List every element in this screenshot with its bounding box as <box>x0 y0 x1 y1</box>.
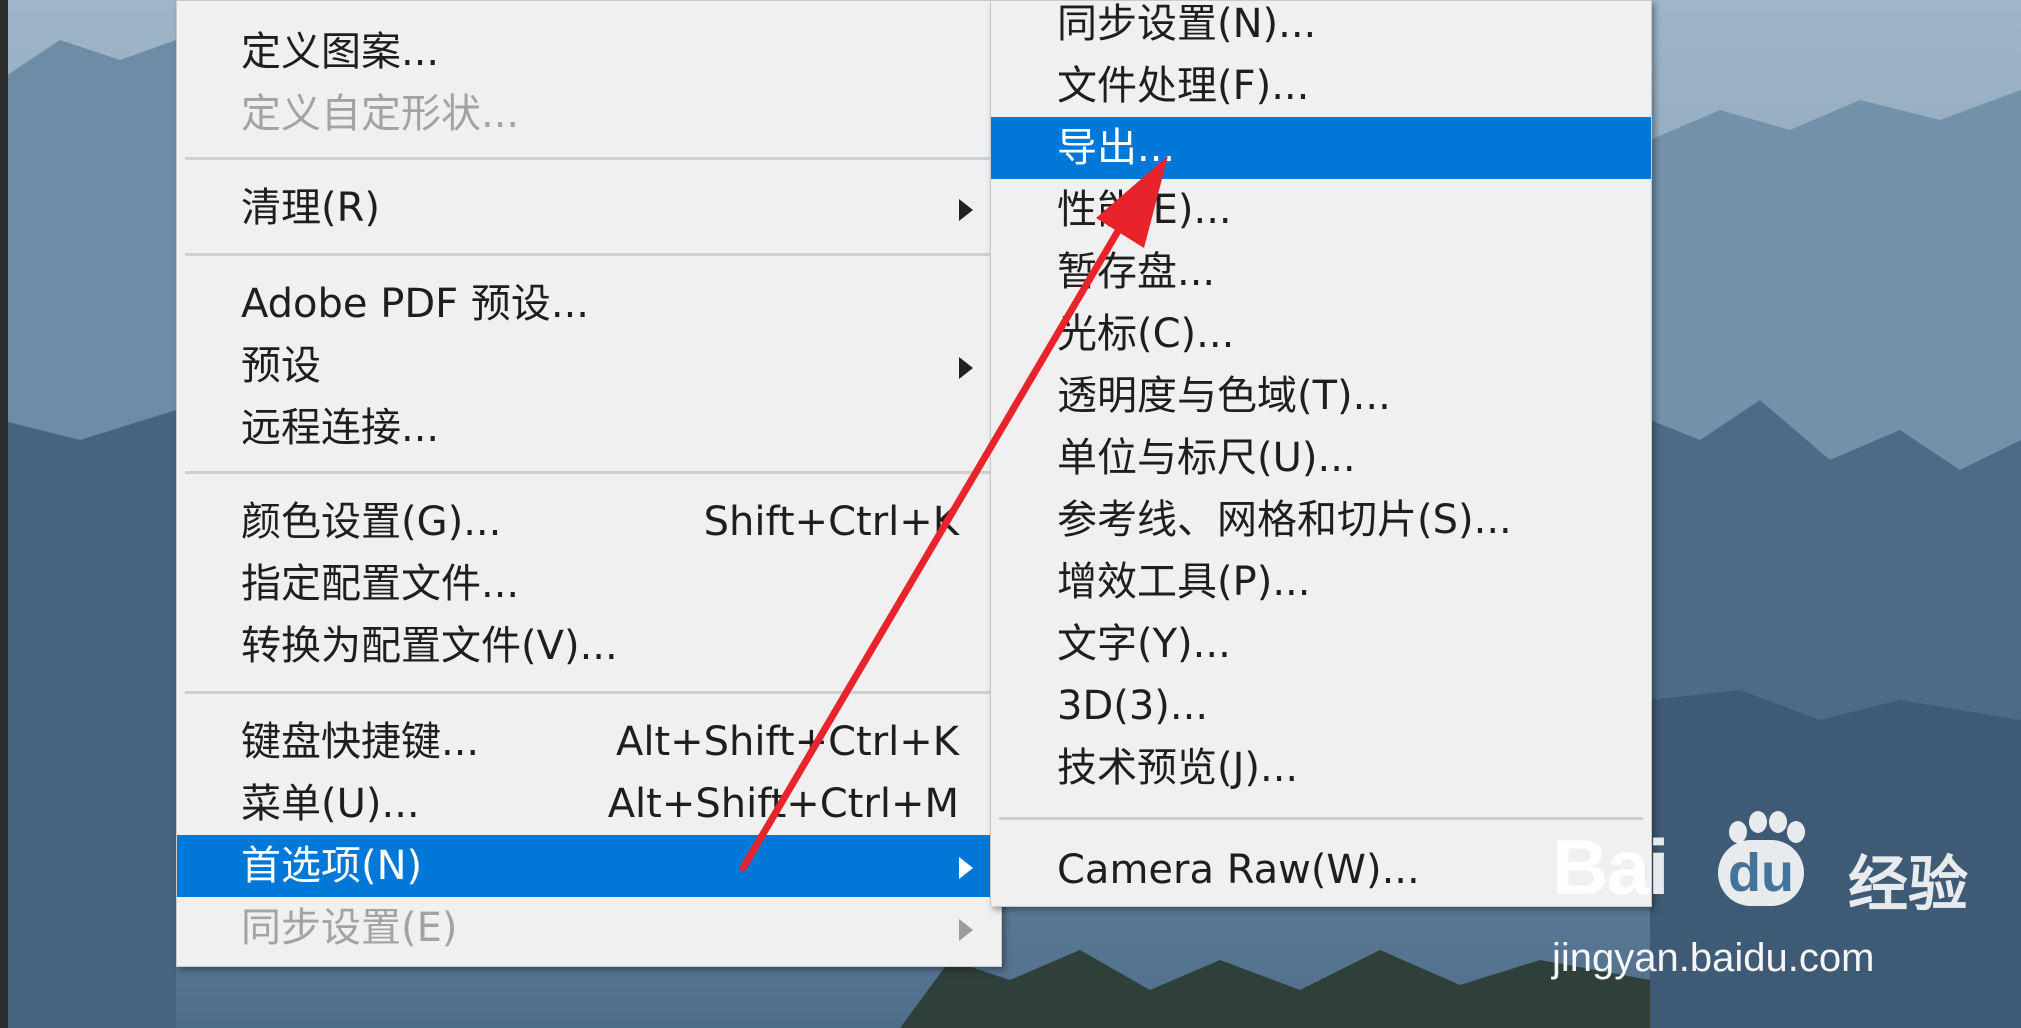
baidu-watermark: Bai du 经验 jingyan.baidu.com <box>1552 811 1992 998</box>
watermark-brand: Bai <box>1552 823 1669 911</box>
menu-item-sync-settings: 同步设置(E) <box>177 897 1001 959</box>
menu-item-purge[interactable]: 清理(R) <box>177 177 1001 239</box>
menu-item-menus[interactable]: 菜单(U)... Alt+Shift+Ctrl+M <box>177 773 1001 835</box>
menu-item-remote-connections[interactable]: 远程连接... <box>177 397 1001 459</box>
menu-shortcut: Alt+Shift+Ctrl+K <box>615 719 959 765</box>
menu-item-plugins[interactable]: 增效工具(P)... <box>991 551 1651 613</box>
menu-item-presets[interactable]: 预设 <box>177 335 1001 397</box>
menu-shortcut: Alt+Shift+Ctrl+M <box>607 781 959 827</box>
menu-separator <box>185 157 993 160</box>
menu-item-scratch-disks[interactable]: 暂存盘... <box>991 241 1651 303</box>
menu-item-export[interactable]: 导出... <box>991 117 1651 179</box>
menu-separator <box>185 253 993 256</box>
menu-shortcut: Shift+Ctrl+K <box>703 499 959 545</box>
menu-item-adobe-pdf-presets[interactable]: Adobe PDF 预设... <box>177 273 1001 335</box>
menu-item-cursors[interactable]: 光标(C)... <box>991 303 1651 365</box>
menu-item-technology-previews[interactable]: 技术预览(J)... <box>991 737 1651 799</box>
menu-item-convert-to-profile[interactable]: 转换为配置文件(V)... <box>177 615 1001 677</box>
menu-item-units-rulers[interactable]: 单位与标尺(U)... <box>991 427 1651 489</box>
menu-item-file-handling[interactable]: 文件处理(F)... <box>991 55 1651 117</box>
menu-item-guides-grid-slices[interactable]: 参考线、网格和切片(S)... <box>991 489 1651 551</box>
preferences-submenu: 同步设置(N)... 文件处理(F)... 导出... 性能(E)... 暂存盘… <box>990 0 1652 907</box>
menu-item-define-pattern[interactable]: 定义图案... <box>177 21 1001 83</box>
submenu-arrow-icon <box>959 357 973 379</box>
menu-item-transparency-gamut[interactable]: 透明度与色域(T)... <box>991 365 1651 427</box>
menu-separator <box>185 471 993 474</box>
menu-item-keyboard-shortcuts[interactable]: 键盘快捷键... Alt+Shift+Ctrl+K <box>177 711 1001 773</box>
submenu-arrow-icon <box>959 919 973 941</box>
watermark-brand-cn: 经验 <box>1848 851 1968 918</box>
menu-separator <box>999 817 1643 820</box>
menu-item-performance[interactable]: 性能(E)... <box>991 179 1651 241</box>
menu-item-sync-settings-pref[interactable]: 同步设置(N)... <box>991 0 1651 55</box>
menu-item-3d[interactable]: 3D(3)... <box>991 675 1651 737</box>
menu-item-define-custom-shape: 定义自定形状... <box>241 91 520 137</box>
watermark-url: jingyan.baidu.com <box>1552 936 1875 980</box>
menu-item-type[interactable]: 文字(Y)... <box>991 613 1651 675</box>
submenu-arrow-icon <box>959 199 973 221</box>
menu-item-assign-profile[interactable]: 指定配置文件... <box>177 553 1001 615</box>
menu-item-color-settings[interactable]: 颜色设置(G)... Shift+Ctrl+K <box>177 491 1001 553</box>
menu-item-preferences[interactable]: 首选项(N) <box>177 835 1001 897</box>
edit-menu: 定义图案... 定义自定形状... 清理(R) Adobe PDF 预设... … <box>176 0 1002 967</box>
paw-icon <box>1729 811 1805 843</box>
menu-separator <box>185 691 993 694</box>
submenu-arrow-icon <box>959 857 973 879</box>
